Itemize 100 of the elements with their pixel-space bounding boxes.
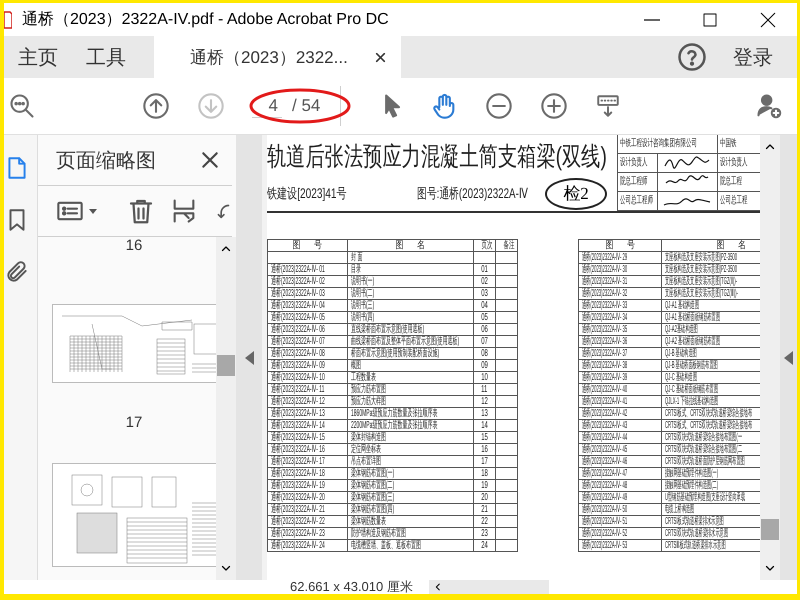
close-tab-icon[interactable]: [374, 50, 387, 64]
table-cell: 通桥(2023)2322A-Ⅳ- 17: [268, 456, 348, 468]
table-cell: 通桥(2023)2322A-Ⅳ- 48: [578, 480, 662, 492]
table-cell: 07: [474, 336, 496, 348]
table-cell: 通桥(2023)2322A-Ⅳ- 10: [268, 372, 348, 384]
table-cell: 通桥(2023)2322A-Ⅳ- 07: [268, 336, 348, 348]
column-header: 图 号: [268, 240, 348, 252]
table-cell: 06: [474, 324, 496, 336]
table-cell: 10: [474, 372, 496, 384]
expand-pane-icon[interactable]: [784, 350, 793, 364]
panel-title: 页面缩略图: [56, 148, 156, 174]
table-cell: 定位网坐标表: [348, 444, 474, 456]
page-number-field[interactable]: 4: [252, 94, 282, 118]
close-panel-button[interactable]: [200, 150, 220, 170]
table-cell: 通桥(2023)2322A-Ⅳ- 51: [578, 516, 662, 528]
table-cell: 设计负责人: [617, 154, 657, 172]
signature-drawing: [662, 156, 712, 170]
table-cell: 说明书(一): [348, 276, 474, 288]
table-cell: 通桥(2023)2322A-Ⅳ- 04: [268, 300, 348, 312]
document-scrollbar[interactable]: [760, 135, 780, 580]
page-size-text: 62.661 x 43.010 厘米: [290, 580, 413, 594]
column-header: 图 名: [348, 240, 474, 252]
table-cell: 电缆槽竖墙、盖板、遮板布置图: [348, 540, 474, 552]
scrollbar-thumb[interactable]: [761, 519, 779, 540]
table-cell: 21: [474, 504, 496, 516]
column-header: 页次: [474, 240, 496, 252]
table-cell: 通桥(2023)2322A-Ⅳ- 31: [578, 276, 662, 288]
drawing-number: 图号:通桥(2023)2322A-Ⅳ: [417, 185, 528, 203]
page-thumbnail[interactable]: [52, 304, 216, 384]
window-title: 通桥（2023）2322A-IV.pdf - Adobe Acrobat Pro DC: [22, 10, 389, 30]
table-cell: 通桥(2023)2322A-Ⅳ- 24: [268, 540, 348, 552]
page-number-label: 17: [126, 414, 142, 431]
collapse-panel-icon[interactable]: [244, 350, 254, 364]
table-cell: 13: [474, 408, 496, 420]
table-cell: 11: [474, 384, 496, 396]
table-cell: 梁体钢筋布置图(一): [348, 468, 474, 480]
column-header: 备注: [496, 240, 518, 252]
table-cell: 14: [474, 420, 496, 432]
table-cell: 通桥(2023)2322A-Ⅳ- 40: [578, 384, 662, 396]
tab[interactable]: 通桥（2023）2322...: [154, 36, 401, 78]
table-cell: 通桥(2023)2322A-Ⅳ- 16: [268, 444, 348, 456]
table-cell: 通桥(2023)2322A-Ⅳ- 29: [578, 252, 662, 264]
table-cell: 通桥(2023)2322A-Ⅳ- 44: [578, 432, 662, 444]
thumbnail-scrollbar[interactable]: [216, 237, 236, 580]
table-cell: 23: [474, 528, 496, 540]
table-cell: 05: [474, 312, 496, 324]
table-cell: 通桥(2023)2322A-Ⅳ- 49: [578, 492, 662, 504]
table-cell: 2200MPa级预应力筋数量及张拉顺序表: [348, 420, 474, 432]
table-cell: 通桥(2023)2322A-Ⅳ- 36: [578, 336, 662, 348]
table-cell: 概图: [348, 360, 474, 372]
table-cell: 通桥(2023)2322A-Ⅳ- 50: [578, 504, 662, 516]
column-header: 图 号: [578, 240, 662, 252]
table-cell: 通桥(2023)2322A-Ⅳ- 05: [268, 312, 348, 324]
table-cell: 通桥(2023)2322A-Ⅳ- 37: [578, 348, 662, 360]
table-cell: 通桥(2023)2322A-Ⅳ- 39: [578, 372, 662, 384]
reference-number: 铁建设[2023]41号: [267, 185, 347, 203]
table-cell: 通桥(2023)2322A-Ⅳ- 11: [268, 384, 348, 396]
table-cell: 通桥(2023)2322A-Ⅳ- 15: [268, 432, 348, 444]
table-cell: 通桥(2023)2322A-Ⅳ- 19: [268, 480, 348, 492]
table-cell: 17: [474, 456, 496, 468]
table-cell: 通桥(2023)2322A-Ⅳ- 18: [268, 468, 348, 480]
table-cell: 通桥(2023)2322A-Ⅳ- 45: [578, 444, 662, 456]
sign-in-button[interactable]: 登录: [733, 36, 773, 78]
table-cell: 通桥(2023)2322A-Ⅳ- 08: [268, 348, 348, 360]
table-cell: 通桥(2023)2322A-Ⅳ- 32: [578, 288, 662, 300]
table-cell: 通桥(2023)2322A-Ⅳ- 43: [578, 420, 662, 432]
table-cell: 18: [474, 468, 496, 480]
table-cell: 预应力筋布置图: [348, 384, 474, 396]
table-cell: 通桥(2023)2322A-Ⅳ- 23: [268, 528, 348, 540]
table-cell: 通桥(2023)2322A-Ⅳ- 52: [578, 528, 662, 540]
table-cell: 通桥(2023)2322A-Ⅳ- 21: [268, 504, 348, 516]
table-cell: 1860MPa级预应力筋数量及张拉顺序表: [348, 408, 474, 420]
table-cell: 梁体钢筋布置图(二): [348, 480, 474, 492]
table-cell: 09: [474, 360, 496, 372]
table-cell: 梁体钢筋数量表: [348, 516, 474, 528]
table-cell: 通桥(2023)2322A-Ⅳ- 02: [268, 276, 348, 288]
table-cell: 通桥(2023)2322A-Ⅳ- 22: [268, 516, 348, 528]
table-cell: 12: [474, 396, 496, 408]
table-cell: 通桥(2023)2322A-Ⅳ- 09: [268, 360, 348, 372]
page-thumbnail[interactable]: [52, 463, 216, 567]
page-number-label: 16: [126, 237, 142, 254]
caret-icon[interactable]: [88, 206, 98, 216]
table-cell: 通桥(2023)2322A-Ⅳ- 13: [268, 408, 348, 420]
x-icon: [374, 50, 387, 64]
tab[interactable]: 主页: [4, 36, 72, 78]
table-cell: 20: [474, 492, 496, 504]
table-cell: 通桥(2023)2322A-Ⅳ- 14: [268, 420, 348, 432]
close-icon: [200, 150, 220, 170]
table-cell: 院总工程师: [617, 172, 657, 192]
table-cell: 通桥(2023)2322A-Ⅳ- 53: [578, 540, 662, 552]
scrollbar-thumb[interactable]: [217, 355, 235, 376]
approval-stamp: 检2: [545, 178, 607, 210]
table-cell: 15: [474, 432, 496, 444]
tab[interactable]: 工具: [72, 36, 140, 78]
table-cell: 梁体封锚构造图: [348, 432, 474, 444]
help-icon[interactable]: [677, 42, 707, 72]
table-cell: 通桥(2023)2322A-Ⅳ- 30: [578, 264, 662, 276]
table-cell: 通桥(2023)2322A-Ⅳ- 01: [268, 264, 348, 276]
close-icon: [759, 10, 777, 28]
horizontal-scrollbar[interactable]: [428, 580, 549, 594]
